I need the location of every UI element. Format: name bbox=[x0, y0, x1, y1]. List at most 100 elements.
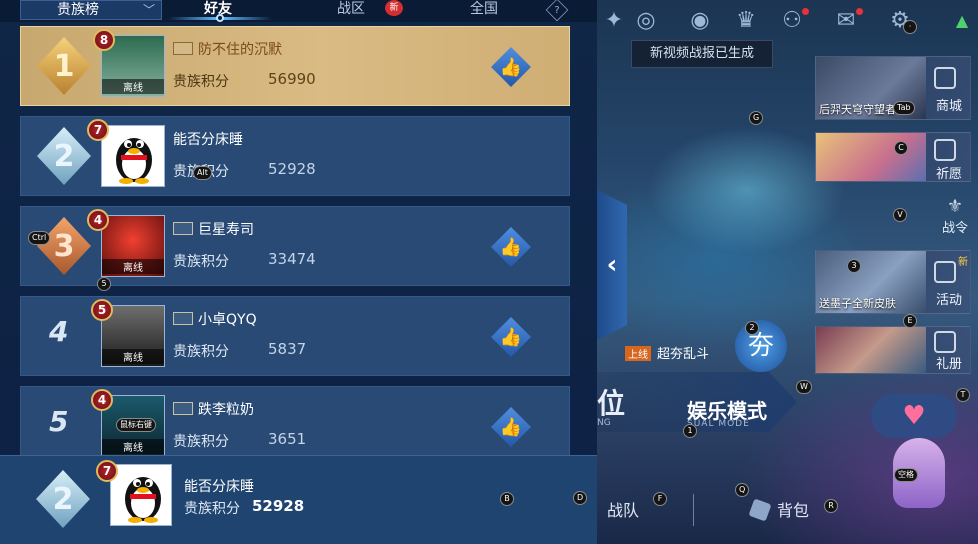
key-hint-b: B bbox=[500, 492, 514, 506]
key-hint-dot: · bbox=[903, 20, 917, 34]
score-value: 5837 bbox=[268, 340, 307, 358]
event-entry[interactable]: 上线 超夯乱斗 bbox=[625, 343, 709, 362]
rank-emblem-gold: 1 bbox=[37, 37, 91, 95]
key-hint-v: V bbox=[893, 208, 907, 222]
key-hint-alt: Alt bbox=[193, 166, 212, 180]
friends-icon[interactable]: ⚇ bbox=[775, 4, 809, 36]
score-label: 贵族积分 bbox=[173, 344, 229, 360]
settings-partial-icon[interactable]: ✦ bbox=[597, 4, 631, 36]
ranking-tabs: 贵族榜 ﹀ 好友 战区 新 全国 ? bbox=[0, 0, 597, 22]
score-value: 56990 bbox=[268, 70, 316, 88]
key-hint-ctrl: Ctrl bbox=[28, 231, 51, 245]
noble-ranking-panel: 贵族榜 ﹀ 好友 战区 新 全国 ? 1 离线 8 防不住的沉默 贵族积分 56… bbox=[0, 0, 597, 544]
ranking-type-label: 贵族榜 bbox=[57, 2, 99, 18]
my-score-label: 贵族积分 bbox=[184, 501, 240, 517]
tab-zone[interactable]: 战区 bbox=[337, 0, 365, 18]
gift-book-icon bbox=[934, 331, 956, 353]
video-report-toast: 新视频战报已生成 bbox=[631, 40, 773, 68]
offline-label: 离线 bbox=[102, 259, 164, 274]
key-hint-2: 2 bbox=[745, 321, 759, 335]
score-label: 贵族积分 bbox=[173, 434, 229, 450]
player-name: 小卓QYQ bbox=[173, 309, 257, 329]
key-hint-mouse-right: 鼠标右键 bbox=[116, 418, 156, 432]
wish-icon bbox=[934, 139, 956, 161]
score-value: 3651 bbox=[268, 430, 307, 448]
zone-new-badge: 新 bbox=[385, 0, 403, 16]
activity-card-caption: 送墨子全新皮肤 bbox=[819, 297, 896, 310]
help-button[interactable]: ? bbox=[545, 0, 569, 22]
heart-icon: ♥ bbox=[902, 401, 926, 431]
ranking-row[interactable]: 3 离线 4 巨星寿司 贵族积分 33474 👍 bbox=[20, 206, 570, 286]
wifi-icon: ▲ bbox=[955, 10, 969, 30]
eye-icon[interactable]: ◉ bbox=[683, 4, 717, 36]
ranking-row[interactable]: 4 离线 5 小卓QYQ 贵族积分 5837 👍 bbox=[20, 296, 570, 376]
shop-icon bbox=[934, 67, 956, 89]
offline-label: 离线 bbox=[102, 79, 164, 94]
shop-label: 商城 bbox=[935, 99, 962, 114]
offline-label: 离线 bbox=[102, 439, 164, 454]
player-name-text: 跌李粒奶 bbox=[198, 402, 254, 418]
rank-number: 5 bbox=[49, 405, 69, 438]
squad-button[interactable]: 战队 bbox=[607, 497, 639, 521]
noble-level-badge: 4 bbox=[87, 209, 109, 231]
score-value: 33474 bbox=[268, 250, 316, 268]
score-label: 贵族积分 bbox=[173, 254, 229, 270]
key-hint-t: T bbox=[956, 388, 970, 402]
ranking-type-dropdown[interactable]: 贵族榜 ﹀ bbox=[20, 0, 162, 20]
trophy-icon[interactable]: ♛ bbox=[729, 4, 763, 36]
ranked-mode-sub: NG bbox=[597, 418, 611, 428]
chat-flag-icon bbox=[173, 312, 193, 325]
game-lobby-background: ✦ ◎ ◉ ♛ ⚇ ✉ ⚙ ▲ 新视频战报已生成 后羿天穹守望者 商城 祈愿 ⚜… bbox=[597, 0, 978, 544]
thumbs-up-icon: 👍 bbox=[499, 416, 523, 438]
offline-label: 离线 bbox=[102, 349, 164, 364]
activity-card[interactable]: 送墨子全新皮肤 新 活动 bbox=[815, 250, 971, 314]
backpack-button[interactable]: 背包 bbox=[748, 497, 809, 522]
ranking-row[interactable]: 5 离线 4 跌李粒奶 贵族积分 3651 👍 bbox=[20, 386, 570, 466]
like-button[interactable]: 👍 bbox=[491, 227, 531, 267]
activity-label: 活动 bbox=[935, 293, 962, 308]
help-icon: ? bbox=[554, 4, 560, 16]
player-name-text: 巨星寿司 bbox=[198, 222, 254, 238]
my-score-value: 52928 bbox=[252, 497, 305, 515]
chat-flag-icon bbox=[173, 222, 193, 235]
noble-level-badge: 7 bbox=[87, 119, 109, 141]
gift-book-card-art bbox=[816, 327, 926, 373]
key-hint-5: 5 bbox=[97, 277, 111, 291]
thumbs-up-icon: 👍 bbox=[499, 326, 523, 348]
gift-book-card[interactable]: 礼册 bbox=[815, 326, 971, 374]
key-hint-e: E bbox=[903, 314, 917, 328]
ranking-row[interactable]: 1 离线 8 防不住的沉默 贵族积分 56990 👍 bbox=[20, 26, 570, 106]
wish-label: 祈愿 bbox=[935, 167, 962, 182]
rank-emblem-bronze: 3 bbox=[37, 217, 91, 275]
radar-icon[interactable]: ◎ bbox=[629, 4, 663, 36]
event-tag: 上线 bbox=[625, 346, 651, 361]
noble-level-badge: 8 bbox=[93, 29, 115, 51]
like-button[interactable]: 👍 bbox=[491, 47, 531, 87]
event-badge[interactable]: 夯 bbox=[735, 320, 787, 372]
mail-icon[interactable]: ✉ bbox=[829, 4, 863, 36]
avatar[interactable]: 离线 bbox=[101, 215, 165, 277]
wish-card[interactable]: 祈愿 bbox=[815, 132, 971, 182]
collapse-panel-button[interactable]: ‹ bbox=[597, 190, 627, 340]
bottom-divider bbox=[693, 494, 694, 526]
player-name: 防不住的沉默 bbox=[173, 39, 282, 59]
chevron-down-icon: ﹀ bbox=[142, 3, 155, 17]
thumbs-up-icon: 👍 bbox=[499, 236, 523, 258]
thumbs-up-icon: 👍 bbox=[499, 56, 523, 78]
my-avatar[interactable] bbox=[110, 464, 172, 526]
shop-card-caption: 后羿天穹守望者 bbox=[819, 103, 896, 116]
ranked-mode-word: 位 bbox=[597, 387, 626, 420]
ranking-row[interactable]: 2 7 能否分床睡 贵族积分 52928 bbox=[20, 116, 570, 196]
war-order-button[interactable]: ⚜ 战令 bbox=[935, 196, 975, 236]
like-button[interactable]: 👍 bbox=[491, 317, 531, 357]
chat-flag-icon bbox=[173, 402, 193, 415]
key-hint-w: W bbox=[796, 380, 812, 394]
tab-nationwide[interactable]: 全国 bbox=[470, 0, 498, 18]
score-label: 贵族积分 bbox=[173, 74, 229, 90]
key-hint-c: C bbox=[894, 141, 908, 155]
key-hint-3: 3 bbox=[847, 259, 861, 273]
penguin-avatar-icon bbox=[125, 477, 161, 523]
avatar[interactable] bbox=[101, 125, 165, 187]
key-hint-space: 空格 bbox=[894, 468, 918, 482]
like-button[interactable]: 👍 bbox=[491, 407, 531, 447]
